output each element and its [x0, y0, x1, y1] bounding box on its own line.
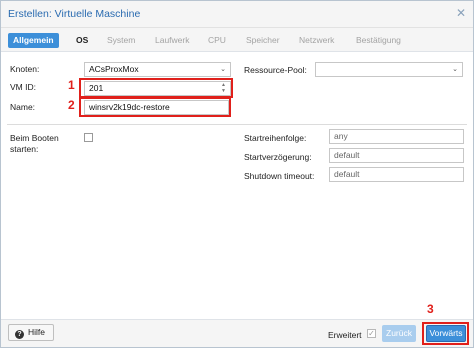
help-icon: ?: [15, 330, 24, 339]
annotation-number-2: 2: [68, 98, 75, 112]
node-value: ACsProxMox: [89, 64, 139, 74]
startorder-value: any: [334, 131, 348, 141]
shutdown-field[interactable]: default: [329, 167, 464, 182]
tab-system[interactable]: System: [107, 33, 135, 48]
vmid-label: VM ID:: [10, 82, 36, 92]
annotation-box-3: [422, 322, 469, 345]
dialog-titlebar: Erstellen: Virtuelle Maschine ✕: [1, 1, 473, 28]
tab-os[interactable]: OS: [76, 33, 88, 48]
shutdown-label: Shutdown timeout:: [244, 171, 315, 181]
onboot-label-line2: starten:: [10, 144, 39, 154]
pool-select[interactable]: ⌄: [315, 62, 463, 77]
annotation-box-2: [79, 97, 231, 117]
dialog-footer: ? Hilfe Erweitert ✓ Zurück Vorwärts: [1, 319, 473, 347]
onboot-label-line1: Beim Booten: [10, 133, 59, 143]
tab-laufwerk[interactable]: Laufwerk: [155, 33, 190, 48]
onboot-checkbox[interactable]: [84, 133, 93, 142]
startdelay-field[interactable]: default: [329, 148, 464, 163]
annotation-box-1: [79, 78, 233, 98]
node-label: Knoten:: [10, 64, 40, 74]
startorder-field[interactable]: any: [329, 129, 464, 144]
close-icon[interactable]: ✕: [455, 7, 467, 19]
back-button[interactable]: Zurück: [382, 325, 416, 342]
node-select[interactable]: ACsProxMox ⌄: [84, 62, 231, 77]
create-vm-dialog: Erstellen: Virtuelle Maschine ✕ Allgemei…: [0, 0, 474, 348]
annotation-number-1: 1: [68, 78, 75, 92]
section-divider: [7, 124, 467, 125]
tab-speicher[interactable]: Speicher: [246, 33, 280, 48]
tab-cpu[interactable]: CPU: [208, 33, 226, 48]
startdelay-label: Startverzögerung:: [244, 152, 312, 162]
shutdown-value: default: [334, 169, 360, 179]
advanced-label: Erweitert: [328, 330, 362, 340]
advanced-checkbox[interactable]: ✓: [367, 329, 376, 338]
startorder-label: Startreihenfolge:: [244, 133, 307, 143]
tab-allgemein[interactable]: Allgemein: [8, 33, 59, 48]
tab-netzwerk[interactable]: Netzwerk: [299, 33, 334, 48]
name-label: Name:: [10, 102, 36, 112]
startdelay-value: default: [334, 150, 360, 160]
pool-label: Ressource-Pool:: [244, 65, 307, 75]
tab-bestaetigung[interactable]: Bestätigung: [356, 33, 401, 48]
help-button[interactable]: ? Hilfe: [8, 324, 54, 341]
help-label: Hilfe: [28, 327, 46, 337]
dialog-title: Erstellen: Virtuelle Maschine: [8, 8, 141, 20]
tab-bar: Allgemein OS System Laufwerk CPU Speiche…: [1, 28, 473, 52]
annotation-number-3: 3: [427, 302, 434, 316]
chevron-down-icon[interactable]: ⌄: [452, 63, 458, 76]
chevron-down-icon[interactable]: ⌄: [220, 63, 226, 76]
